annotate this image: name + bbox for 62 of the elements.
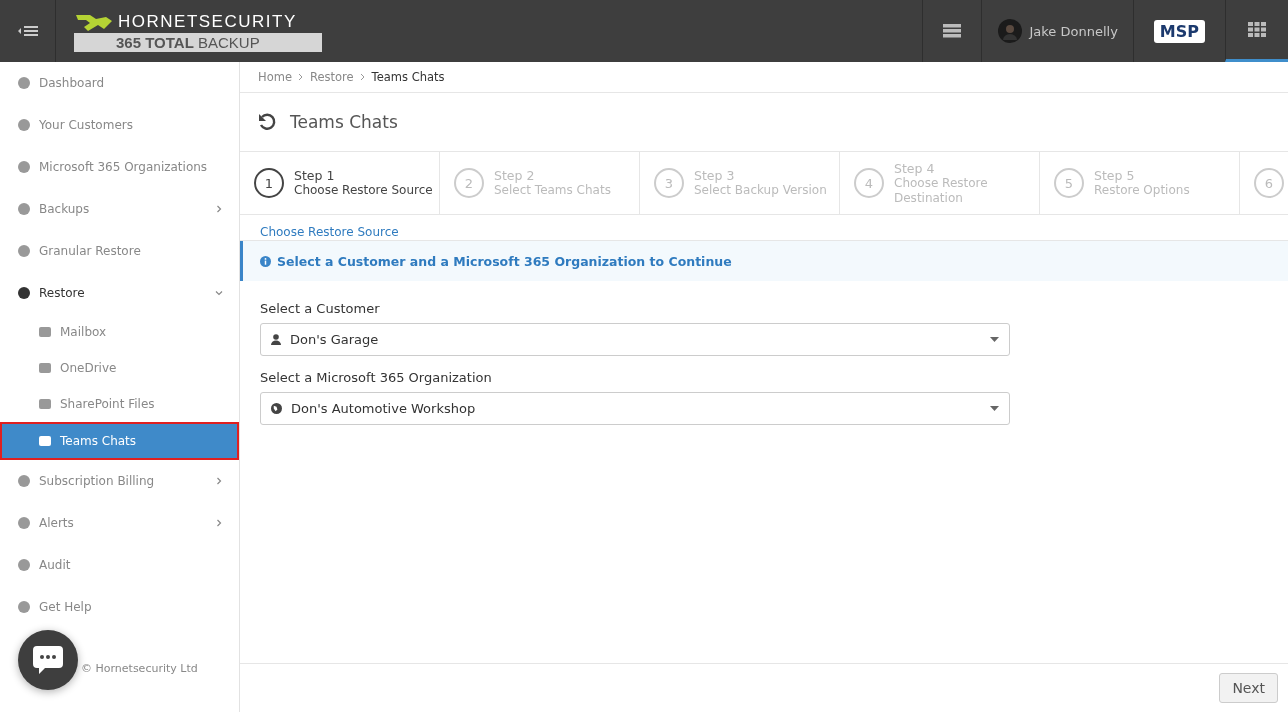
hornet-icon (74, 12, 114, 31)
caret-down-icon (990, 337, 999, 342)
sidebar-item[interactable]: Subscription Billing (0, 460, 239, 502)
field-label: Select a Microsoft 365 Organization (260, 370, 493, 385)
sidebar-item[interactable]: Alerts (0, 502, 239, 544)
chevron-right-icon (297, 73, 304, 81)
page-title: Teams Chats (290, 112, 398, 132)
info-text: Select a Customer and a Microsoft 365 Organization to Continue (277, 253, 732, 269)
person-icon (271, 334, 281, 345)
msp-badge: MSP (1153, 19, 1205, 43)
wizard-step[interactable]: 4 Step 4 Choose Restore Destination (840, 152, 1040, 214)
next-button[interactable]: Next (1219, 673, 1278, 703)
step-number: 5 (1054, 168, 1084, 198)
wizard-step[interactable]: 5 Step 5 Restore Options (1040, 152, 1240, 214)
step-title: Step 4 (894, 160, 936, 176)
wizard-step[interactable]: 1 Step 1 Choose Restore Source (240, 152, 440, 214)
sidebar-subitem[interactable]: OneDrive (0, 350, 239, 386)
sidebar-subitem[interactable]: Mailbox (0, 314, 239, 350)
step-subtitle: Select Teams Chats (494, 183, 612, 198)
step-subtitle: Choose Restore Destination (894, 175, 989, 206)
wizard-step[interactable]: 6 (1240, 152, 1288, 214)
sidebar-item[interactable]: Dashboard (0, 62, 239, 104)
select-field[interactable]: Don's Automotive Workshop (260, 392, 1010, 425)
step-number: 4 (854, 168, 884, 198)
sidebar-item[interactable]: Microsoft 365 Organizations (0, 146, 239, 188)
caret-down-icon (990, 406, 999, 411)
wizard-step[interactable]: 3 Step 3 Select Backup Version (640, 152, 840, 214)
breadcrumb-link[interactable]: Home (258, 70, 292, 84)
chevron-right-icon (359, 73, 366, 81)
field-label: Select a Customer (260, 301, 381, 316)
sidebar-subitem[interactable]: SharePoint Files (0, 386, 239, 422)
sidebar-item[interactable]: Your Customers (0, 104, 239, 146)
step-title: Step 1 (294, 168, 336, 183)
step-title: Step 3 (694, 168, 736, 183)
menu-icon (17, 25, 38, 37)
sidebar-item[interactable]: Audit (0, 544, 239, 586)
step-subtitle: Restore Options (1094, 183, 1191, 198)
sidebar-subitem[interactable]: Teams Chats (0, 422, 239, 460)
step-number: 3 (654, 168, 684, 198)
step-number: 1 (254, 168, 284, 198)
breadcrumb-link[interactable]: Restore (309, 70, 354, 84)
speech-bubble-icon (33, 646, 63, 674)
step-number: 6 (1254, 168, 1284, 198)
sidebar-item[interactable]: Granular Restore (0, 230, 239, 272)
wizard-step[interactable]: 2 Step 2 Select Teams Chats (440, 152, 640, 214)
logo-text: HORNETSECURITY (118, 11, 297, 32)
step-subtitle: Select Backup Version (694, 183, 828, 198)
step-title: Step 5 (1094, 168, 1136, 183)
avatar-icon (998, 19, 1023, 43)
sidebar-item[interactable]: Get Help (0, 586, 239, 628)
step-title: Step 2 (494, 168, 536, 183)
info-icon (260, 255, 271, 267)
copyright-text: © Hornetsecurity Ltd (81, 662, 199, 675)
server-icon (943, 24, 962, 38)
chat-button[interactable] (18, 630, 78, 690)
sidebar-item[interactable]: Backups (0, 188, 239, 230)
step-subtitle: Choose Restore Source (294, 183, 434, 198)
step-number: 2 (454, 168, 484, 198)
grid-icon (1248, 22, 1266, 37)
product-name-banner: 365 TOTAL BACKUP (74, 32, 322, 52)
sidebar-item[interactable]: Restore (0, 272, 239, 314)
select-field[interactable]: Don's Garage (260, 323, 1010, 356)
